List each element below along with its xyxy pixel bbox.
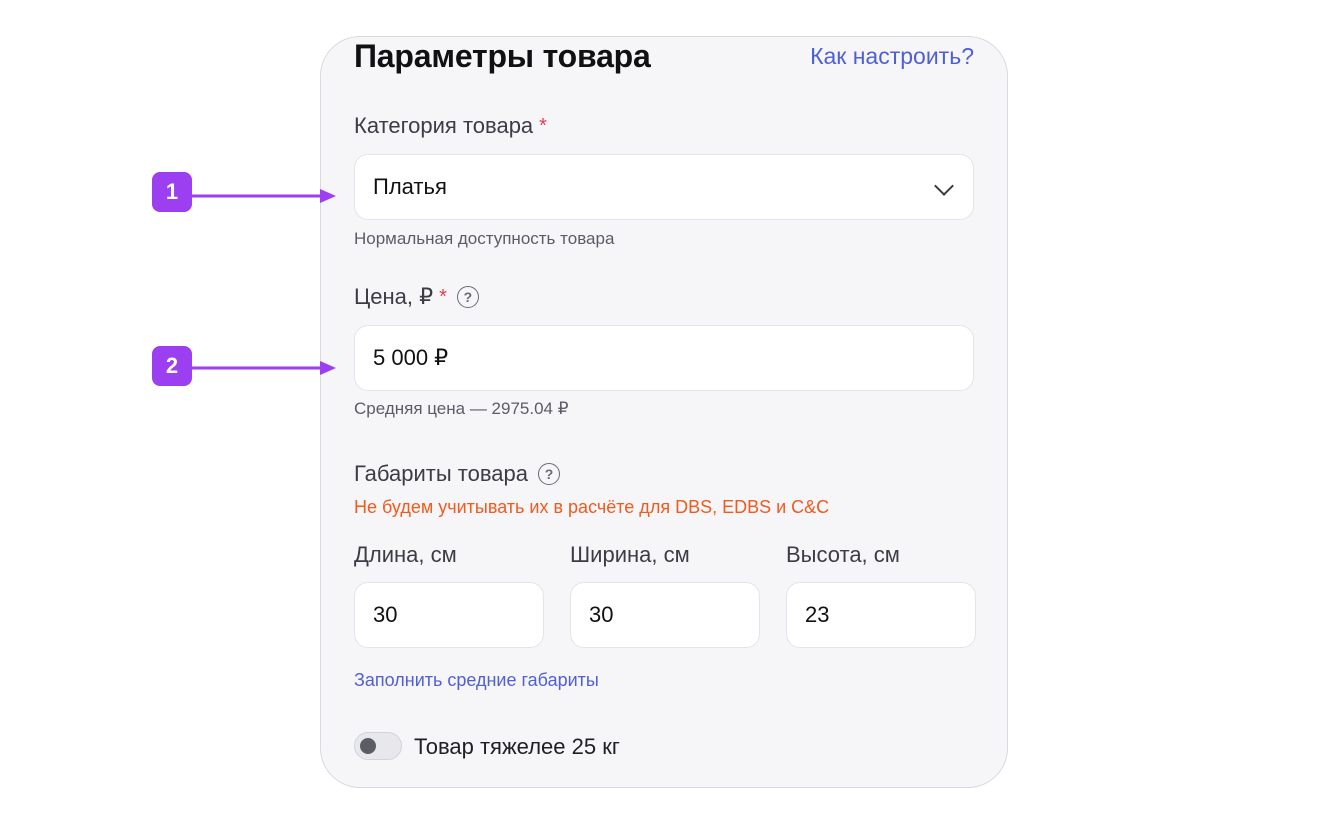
width-label: Ширина, см [570, 542, 690, 567]
price-label-row: Цена, ₽ * ? [354, 284, 479, 310]
heavy-item-label: Товар тяжелее 25 кг [414, 734, 620, 759]
width-input[interactable]: 30 [570, 582, 760, 648]
toggle-knob [360, 738, 376, 754]
category-value: Платья [373, 174, 447, 199]
height-input[interactable]: 23 [786, 582, 976, 648]
price-label: Цена, ₽ [354, 284, 434, 309]
length-label: Длина, см [354, 542, 457, 567]
fill-average-dimensions-link[interactable]: Заполнить средние габариты [354, 670, 599, 691]
dimensions-label: Габариты товара [354, 461, 528, 486]
height-label: Высота, см [786, 542, 900, 567]
annotation-arrow-1-icon [192, 189, 336, 203]
question-circle-icon[interactable]: ? [456, 286, 479, 308]
annotation-arrow-2-icon [192, 361, 336, 375]
price-input[interactable]: 5 000 ₽ [354, 325, 974, 391]
length-input[interactable]: 30 [354, 582, 544, 648]
length-value: 30 [373, 602, 398, 627]
annotation-marker-2: 2 [152, 346, 192, 386]
price-value: 5 000 ₽ [373, 345, 449, 370]
how-to-configure-link[interactable]: Как настроить? [810, 43, 974, 70]
panel-title: Параметры товара [354, 38, 651, 74]
height-value: 23 [805, 602, 830, 627]
required-mark: * [439, 285, 447, 308]
heavy-item-toggle[interactable] [354, 732, 402, 760]
price-hint: Средняя цена — 2975.04 ₽ [354, 399, 569, 418]
category-select[interactable]: Платья [354, 154, 974, 220]
category-hint: Нормальная доступность товара [354, 229, 615, 248]
annotation-marker-1: 1 [152, 172, 192, 212]
required-mark: * [539, 114, 547, 137]
category-label: Категория товара [354, 113, 534, 138]
dimensions-label-row: Габариты товара ? [354, 461, 560, 487]
width-value: 30 [589, 602, 614, 627]
question-circle-icon[interactable]: ? [537, 463, 560, 485]
category-label-row: Категория товара * [354, 113, 547, 139]
dimensions-warning: Не будем учитывать их в расчёте для DBS,… [354, 497, 830, 517]
chevron-down-icon [934, 176, 954, 196]
